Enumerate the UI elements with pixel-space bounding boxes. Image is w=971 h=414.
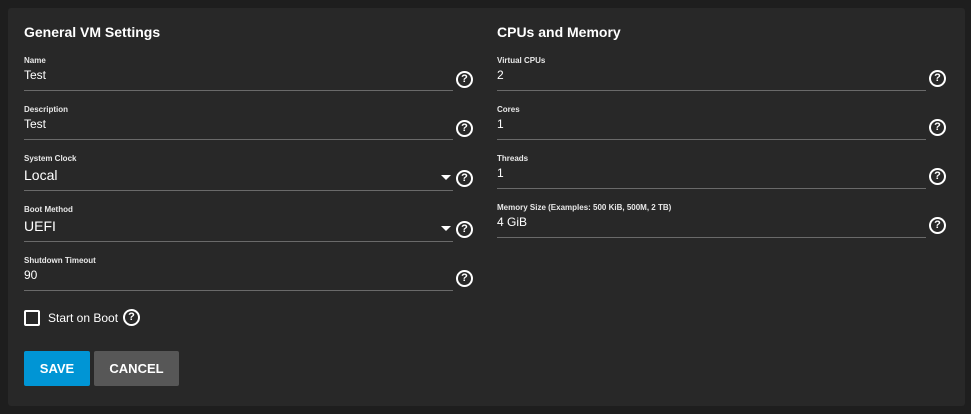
system-clock-select[interactable]: System Clock Local ? — [24, 154, 473, 192]
start-on-boot-checkbox[interactable] — [24, 310, 40, 326]
chevron-down-icon[interactable] — [441, 175, 451, 180]
description-field[interactable]: Description Test ? — [24, 105, 473, 141]
cancel-button[interactable]: CANCEL — [94, 351, 179, 386]
virtual-cpus-input[interactable]: 2 — [497, 68, 504, 82]
cores-input[interactable]: 1 — [497, 117, 504, 131]
description-input[interactable]: Test — [24, 117, 46, 131]
virtual-cpus-underline — [497, 90, 926, 91]
description-label: Description — [24, 105, 69, 114]
name-help-icon[interactable]: ? — [456, 71, 473, 88]
boot-method-value[interactable]: UEFI — [24, 218, 56, 234]
memory-size-help-icon[interactable]: ? — [929, 217, 946, 234]
shutdown-timeout-input[interactable]: 90 — [24, 268, 37, 282]
system-clock-underline — [24, 190, 453, 191]
shutdown-timeout-field[interactable]: Shutdown Timeout 90 ? — [24, 256, 473, 292]
start-on-boot-help-icon[interactable]: ? — [123, 309, 140, 326]
description-help-icon[interactable]: ? — [456, 120, 473, 137]
vm-settings-card: General VM Settings Name Test ? Descript… — [8, 8, 965, 406]
virtual-cpus-field[interactable]: Virtual CPUs 2 ? — [497, 56, 946, 92]
shutdown-timeout-underline — [24, 290, 453, 291]
name-label: Name — [24, 56, 46, 65]
start-on-boot-label[interactable]: Start on Boot — [48, 311, 118, 325]
save-button[interactable]: SAVE — [24, 351, 90, 386]
shutdown-timeout-help-icon[interactable]: ? — [456, 270, 473, 287]
threads-help-icon[interactable]: ? — [929, 168, 946, 185]
memory-size-underline — [497, 237, 926, 238]
system-clock-help-icon[interactable]: ? — [456, 170, 473, 187]
boot-method-help-icon[interactable]: ? — [456, 221, 473, 238]
memory-size-label: Memory Size (Examples: 500 KiB, 500M, 2 … — [497, 203, 672, 212]
cores-label: Cores — [497, 105, 520, 114]
cores-field[interactable]: Cores 1 ? — [497, 105, 946, 141]
cpu-memory-title: CPUs and Memory — [497, 24, 621, 40]
memory-size-input[interactable]: 4 GiB — [497, 215, 527, 229]
general-settings-title: General VM Settings — [24, 24, 161, 40]
threads-label: Threads — [497, 154, 529, 163]
boot-method-underline — [24, 241, 453, 242]
boot-method-select[interactable]: Boot Method UEFI ? — [24, 205, 473, 243]
system-clock-value[interactable]: Local — [24, 167, 57, 183]
boot-method-label: Boot Method — [24, 205, 73, 214]
chevron-down-icon[interactable] — [441, 226, 451, 231]
virtual-cpus-label: Virtual CPUs — [497, 56, 546, 65]
description-underline — [24, 139, 453, 140]
virtual-cpus-help-icon[interactable]: ? — [929, 70, 946, 87]
shutdown-timeout-label: Shutdown Timeout — [24, 256, 96, 265]
threads-field[interactable]: Threads 1 ? — [497, 154, 946, 190]
threads-underline — [497, 188, 926, 189]
memory-size-field[interactable]: Memory Size (Examples: 500 KiB, 500M, 2 … — [497, 203, 946, 239]
cores-underline — [497, 139, 926, 140]
threads-input[interactable]: 1 — [497, 166, 504, 180]
start-on-boot-row[interactable]: Start on Boot ? — [24, 308, 224, 328]
cores-help-icon[interactable]: ? — [929, 119, 946, 136]
name-input[interactable]: Test — [24, 68, 46, 82]
name-field[interactable]: Name Test ? — [24, 56, 473, 92]
system-clock-label: System Clock — [24, 154, 77, 163]
name-underline — [24, 90, 453, 91]
